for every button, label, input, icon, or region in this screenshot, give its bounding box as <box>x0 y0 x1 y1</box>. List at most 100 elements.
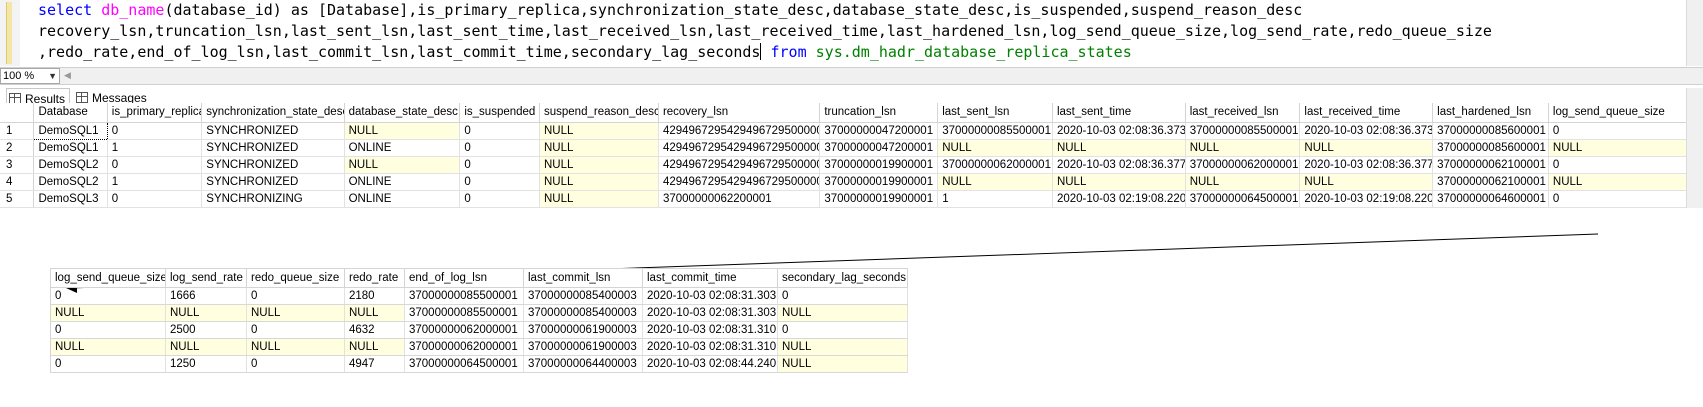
table-cell[interactable]: NULL <box>539 122 659 140</box>
column-header[interactable]: log_send_rate <box>165 268 247 288</box>
table-cell[interactable]: DemoSQL1 <box>33 139 108 157</box>
column-header[interactable]: last_sent_lsn <box>937 103 1053 123</box>
table-cell[interactable]: 0 <box>459 139 540 157</box>
row-number[interactable]: 4 <box>0 173 35 191</box>
table-cell[interactable]: DemoSQL3 <box>33 190 108 208</box>
table-cell[interactable]: 4632 <box>344 321 405 339</box>
column-header[interactable]: Database <box>33 103 108 123</box>
table-cell[interactable]: 2020-10-03 02:19:08.220 <box>1299 190 1434 208</box>
table-cell[interactable]: 2020-10-03 02:19:08.220 <box>1052 190 1186 208</box>
table-cell[interactable]: 2020-10-03 02:08:36.377 <box>1299 156 1434 174</box>
query-editor[interactable]: select db_name(database_id) as [Database… <box>0 0 1703 66</box>
results-grid-continued[interactable]: log_send_queue_size log_send_rate redo_que… <box>50 268 908 373</box>
table-cell[interactable]: 0 <box>777 287 908 305</box>
table-cell[interactable]: NULL <box>344 122 461 140</box>
table-cell[interactable]: 37000000062100001 <box>1432 156 1549 174</box>
table-cell[interactable]: 37000000019900001 <box>819 156 939 174</box>
table-cell[interactable]: 1 <box>107 139 203 157</box>
column-header[interactable]: suspend_reason_desc <box>539 103 659 123</box>
column-header[interactable]: last_commit_lsn <box>523 268 643 288</box>
table-cell[interactable]: 37000000019900001 <box>819 190 939 208</box>
table-row[interactable]: 5 DemoSQL3 0 SYNCHRONIZING ONLINE 0 NULL 370000… <box>0 190 1703 208</box>
table-cell[interactable]: 37000000061900003 <box>523 338 643 356</box>
table-cell[interactable]: 2020-10-03 02:08:36.373 <box>1052 122 1186 140</box>
table-cell[interactable]: SYNCHRONIZED <box>201 139 345 157</box>
column-header[interactable]: last_commit_time <box>642 268 778 288</box>
table-cell[interactable]: NULL <box>1299 139 1434 157</box>
scroll-left-icon[interactable]: ◀ <box>64 70 71 81</box>
table-cell[interactable]: SYNCHRONIZED <box>201 122 345 140</box>
table-cell[interactable]: 37000000085500001 <box>937 122 1053 140</box>
editor-vertical-scrollbar[interactable] <box>1686 0 1703 66</box>
table-row[interactable]: NULL NULL NULL NULL 37000000085500001 3700000… <box>50 304 908 322</box>
table-cell[interactable]: 37000000064600001 <box>1432 190 1549 208</box>
column-header[interactable]: truncation_lsn <box>819 103 939 123</box>
column-header[interactable]: recovery_lsn <box>658 103 821 123</box>
table-cell[interactable]: 2020-10-03 02:08:31.303 <box>642 304 778 322</box>
table-cell[interactable]: 0 <box>459 173 540 191</box>
column-header[interactable]: redo_rate <box>344 268 405 288</box>
table-cell[interactable]: SYNCHRONIZED <box>201 156 345 174</box>
grid-vertical-scrollbar[interactable] <box>1686 88 1703 208</box>
table-cell[interactable]: 37000000062000001 <box>1185 156 1301 174</box>
table-cell[interactable]: 0 <box>1548 156 1703 174</box>
table-cell[interactable]: 0 <box>459 122 540 140</box>
table-row[interactable]: 0 1666 0 2180 37000000085500001 3700000008540… <box>50 287 908 305</box>
table-cell[interactable]: NULL <box>1548 173 1703 191</box>
table-cell[interactable]: 0 <box>246 287 345 305</box>
table-cell[interactable]: NULL <box>344 338 405 356</box>
table-cell[interactable]: NULL <box>539 139 659 157</box>
table-cell[interactable]: 1 <box>937 190 1053 208</box>
table-cell[interactable]: NULL <box>165 304 247 322</box>
table-row[interactable]: 2 DemoSQL1 1 SYNCHRONIZED ONLINE 0 NULL 4294967… <box>0 139 1703 157</box>
results-grid[interactable]: Database is_primary_replica synchronizatio… <box>0 103 1703 208</box>
table-cell[interactable]: ONLINE <box>344 173 461 191</box>
table-cell[interactable]: 0 <box>459 190 540 208</box>
table-cell[interactable]: 37000000085400003 <box>523 304 643 322</box>
table-cell[interactable]: NULL <box>50 338 166 356</box>
table-cell[interactable]: NULL <box>1299 173 1434 191</box>
table-cell[interactable]: NULL <box>1548 139 1703 157</box>
column-header[interactable]: is_primary_replica <box>107 103 203 123</box>
column-header[interactable]: database_state_desc <box>344 103 461 123</box>
table-cell[interactable]: 37000000085500001 <box>1185 122 1301 140</box>
table-cell[interactable]: 0 <box>1548 122 1703 140</box>
table-cell[interactable]: SYNCHRONIZED <box>201 173 345 191</box>
table-cell[interactable]: 37000000085600001 <box>1432 139 1549 157</box>
query-text[interactable]: select db_name(database_id) as [Database… <box>38 0 1492 63</box>
table-cell[interactable]: 0 <box>50 287 166 305</box>
table-cell[interactable]: 4947 <box>344 355 405 373</box>
table-cell[interactable]: 0 <box>107 156 203 174</box>
row-number[interactable]: 1 <box>0 122 35 140</box>
table-row[interactable]: 4 DemoSQL2 1 SYNCHRONIZED ONLINE 0 NULL 4294967… <box>0 173 1703 191</box>
column-header[interactable] <box>0 103 35 123</box>
column-header[interactable]: last_sent_time <box>1052 103 1186 123</box>
table-cell[interactable]: NULL <box>344 304 405 322</box>
table-cell[interactable]: 2020-10-03 02:08:36.373 <box>1299 122 1434 140</box>
table-cell[interactable]: NULL <box>1052 173 1186 191</box>
column-header[interactable]: last_received_time <box>1299 103 1434 123</box>
table-cell[interactable]: NULL <box>165 338 247 356</box>
table-cell[interactable]: 0 <box>50 321 166 339</box>
table-cell[interactable]: NULL <box>50 304 166 322</box>
column-header[interactable]: secondary_lag_seconds <box>777 268 908 288</box>
column-header[interactable]: log_send_queue_size <box>50 268 166 288</box>
table-cell[interactable]: NULL <box>344 156 461 174</box>
table-cell[interactable]: 0 <box>50 355 166 373</box>
column-header[interactable]: synchronization_state_desc <box>201 103 345 123</box>
table-row[interactable]: 0 2500 0 4632 37000000062000001 3700000006190… <box>50 321 908 339</box>
table-cell[interactable]: NULL <box>777 304 908 322</box>
table-cell[interactable]: 0 <box>777 321 908 339</box>
table-cell[interactable]: 37000000062000001 <box>404 321 524 339</box>
table-cell[interactable]: 1250 <box>165 355 247 373</box>
table-cell[interactable]: NULL <box>539 156 659 174</box>
table-cell[interactable]: 37000000085400003 <box>523 287 643 305</box>
table-cell[interactable]: 37000000062000001 <box>404 338 524 356</box>
table-row[interactable]: 0 1250 0 4947 37000000064500001 3700000006440… <box>50 355 908 373</box>
table-row[interactable]: 1 DemoSQL1 0 SYNCHRONIZED NULL 0 NULL 429496729… <box>0 121 1703 140</box>
row-number[interactable]: 2 <box>0 139 35 157</box>
column-header[interactable]: end_of_log_lsn <box>404 268 524 288</box>
table-cell[interactable]: 0 <box>246 355 345 373</box>
table-cell[interactable]: 2020-10-03 02:08:31.303 <box>642 287 778 305</box>
table-cell[interactable]: NULL <box>937 173 1053 191</box>
